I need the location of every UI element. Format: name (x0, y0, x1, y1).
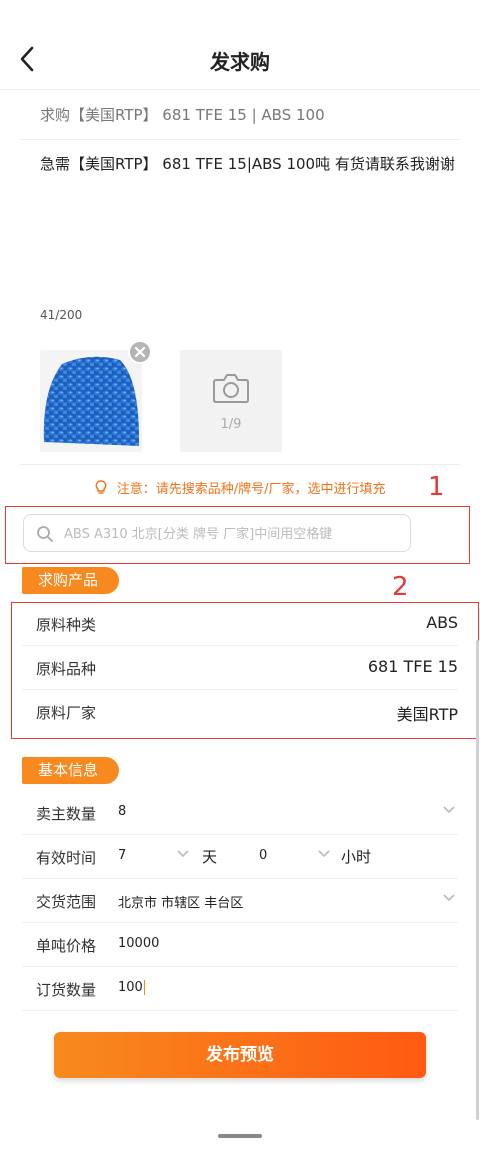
home-indicator[interactable] (218, 1134, 262, 1138)
page-title: 发求购 (210, 50, 270, 74)
photo-counter: 1/9 (220, 417, 242, 432)
notice-banner: 注意：请先搜索品种/牌号/厂家，选中进行填充 (0, 478, 480, 497)
row-order-quantity[interactable]: 订货数量 100 (22, 967, 458, 1011)
divider (20, 464, 460, 465)
row-value: ABS (426, 613, 458, 632)
publish-preview-button[interactable]: 发布预览 (54, 1032, 426, 1078)
chevron-down-icon (443, 806, 455, 814)
row-value: 681 TFE 15 (367, 657, 458, 676)
row-manufacturer[interactable]: 原料厂家 美国RTP (22, 690, 458, 734)
annotation-marker-2: 2 (392, 572, 409, 602)
scrollbar[interactable] (476, 640, 479, 1120)
annotation-marker-1: 1 (428, 472, 445, 502)
app-header: 发求购 (0, 28, 480, 90)
days-unit-label: 天 (202, 848, 218, 866)
row-delivery-area[interactable]: 交货范围 北京市 市辖区 丰台区 (22, 879, 458, 923)
char-counter: 41/200 (40, 308, 83, 322)
uploaded-photo-thumbnail[interactable] (40, 350, 142, 452)
hours-unit-label: 小时 (341, 848, 372, 866)
delivery-area-select[interactable]: 北京市 市辖区 丰台区 (118, 892, 243, 911)
row-unit-price[interactable]: 单吨价格 10000 (22, 923, 458, 967)
row-label: 订货数量 (36, 981, 97, 999)
section-tag-basic-info: 基本信息 (22, 757, 119, 784)
validity-hours-select[interactable]: 0 (259, 848, 267, 863)
row-label: 卖主数量 (36, 805, 97, 823)
row-label: 原料种类 (36, 616, 97, 634)
row-label: 有效时间 (36, 849, 97, 867)
chevron-down-icon (443, 894, 455, 902)
seller-count-select[interactable]: 8 (118, 804, 126, 819)
lightbulb-icon (95, 480, 106, 494)
row-validity: 有效时间 7 天 0 小时 (22, 835, 458, 879)
row-label: 原料品种 (36, 660, 97, 678)
row-value: 美国RTP (396, 705, 458, 724)
camera-icon (213, 374, 249, 403)
row-material-grade[interactable]: 原料品种 681 TFE 15 (22, 646, 458, 690)
unit-price-input[interactable]: 10000 (118, 936, 159, 951)
section-tag-product: 求购产品 (22, 567, 119, 594)
chevron-down-icon[interactable] (317, 849, 331, 859)
chevron-down-icon[interactable] (176, 849, 190, 859)
row-material-category[interactable]: 原料种类 ABS (22, 602, 458, 646)
search-box[interactable] (23, 514, 411, 552)
remove-photo-button[interactable] (128, 340, 152, 364)
plastic-pellets-image (40, 350, 142, 452)
row-label: 原料厂家 (36, 704, 97, 722)
search-icon (37, 526, 53, 542)
close-icon (134, 346, 146, 358)
purchase-description-textarea[interactable]: 急需【美国RTP】 681 TFE 15|ABS 100吨 有货请联系我谢谢 (40, 153, 455, 174)
divider (20, 139, 460, 140)
notice-text: 注意：请先搜索品种/牌号/厂家，选中进行填充 (116, 482, 386, 497)
row-label: 交货范围 (36, 893, 97, 911)
search-input[interactable] (64, 521, 404, 547)
row-seller-count[interactable]: 卖主数量 8 (22, 791, 458, 835)
add-photo-button[interactable]: 1/9 (180, 350, 282, 452)
order-quantity-input[interactable]: 100 (118, 980, 145, 995)
row-label: 单吨价格 (36, 937, 97, 955)
purchase-title-input[interactable]: 求购【美国RTP】 681 TFE 15 | ABS 100 (40, 104, 325, 125)
validity-days-select[interactable]: 7 (118, 848, 126, 863)
